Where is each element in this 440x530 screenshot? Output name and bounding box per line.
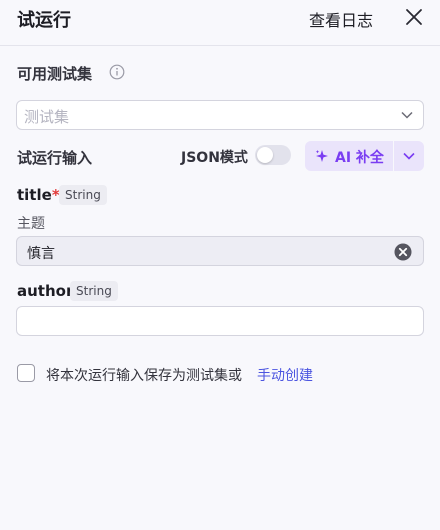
author-type-badge: String	[70, 281, 118, 301]
title-field-description: 主题	[17, 216, 45, 232]
sparkle-icon	[315, 150, 328, 162]
json-mode-toggle[interactable]	[255, 145, 291, 165]
title-input-value: 慎言	[27, 246, 55, 262]
author-input[interactable]	[16, 306, 424, 336]
test-set-select[interactable]: 测试集	[16, 100, 424, 130]
clear-icon[interactable]	[394, 243, 412, 261]
ai-complete-label: AI 补全	[335, 150, 384, 166]
header-divider	[0, 45, 440, 46]
test-set-placeholder: 测试集	[24, 108, 70, 126]
view-logs-button[interactable]: 查看日志	[309, 7, 373, 31]
info-icon[interactable]	[109, 64, 125, 80]
ai-complete-button[interactable]: AI 补全	[305, 141, 393, 171]
close-icon[interactable]	[403, 7, 425, 27]
save-as-test-set-checkbox[interactable]	[17, 364, 35, 382]
panel-header: 试运行 查看日志	[0, 0, 440, 36]
chevron-down-icon	[401, 111, 413, 119]
json-mode-label: JSON模式	[181, 150, 248, 166]
manual-create-link[interactable]: 手动创建	[257, 365, 313, 385]
test-set-label: 可用测试集	[17, 65, 93, 83]
chevron-down-icon	[403, 152, 415, 160]
toggle-knob	[257, 147, 273, 163]
author-field-label: author	[17, 282, 74, 300]
panel-title: 试运行	[17, 10, 71, 31]
title-field-name: title	[17, 186, 52, 204]
run-input-label: 试运行输入	[17, 149, 93, 167]
title-input[interactable]: 慎言	[16, 236, 424, 266]
title-type-badge: String	[59, 185, 107, 205]
title-field-label: title*	[17, 186, 60, 204]
save-as-test-set-text: 将本次运行输入保存为测试集或	[46, 368, 242, 384]
ai-complete-dropdown[interactable]	[394, 141, 424, 171]
